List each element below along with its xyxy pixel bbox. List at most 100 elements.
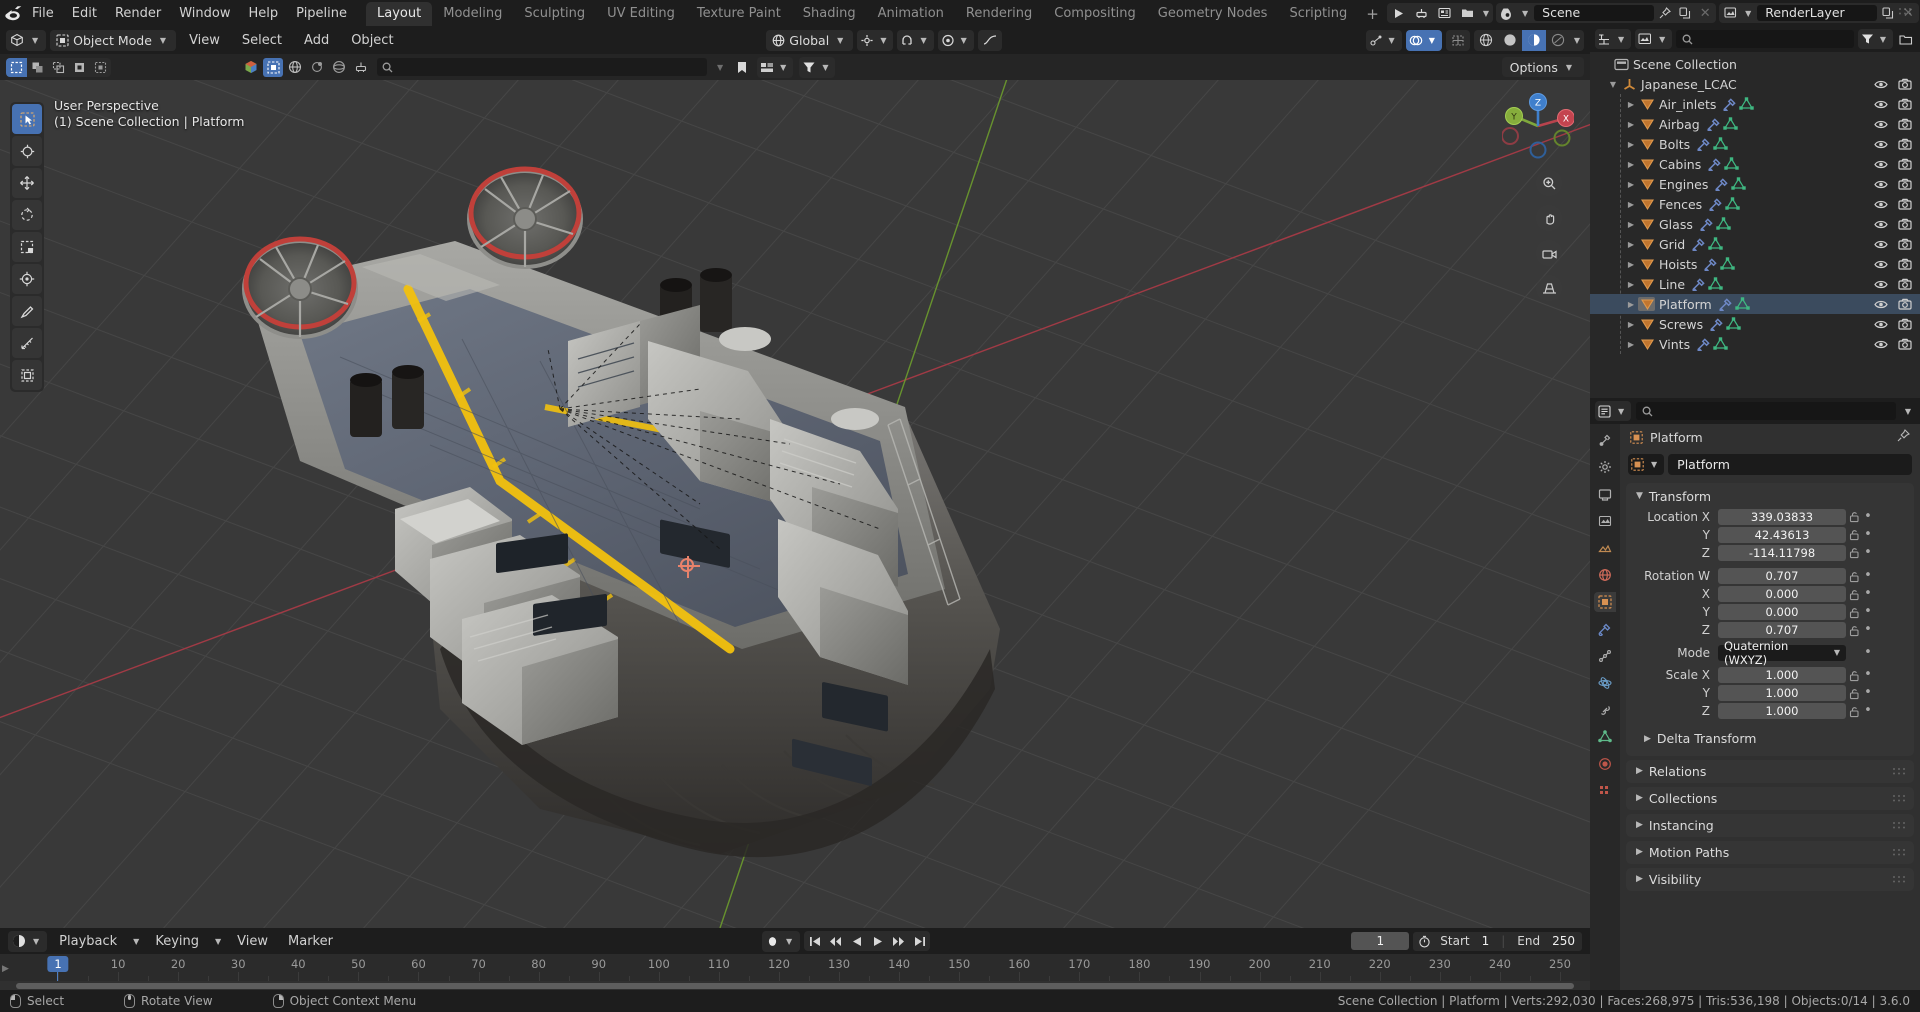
mesh-triangles-icon[interactable] (1708, 237, 1723, 251)
viewport-menu-add[interactable]: Add (295, 31, 338, 50)
tab-scripting[interactable]: Scripting (1278, 2, 1358, 26)
cabins-disclosure-icon[interactable]: ▶ (1624, 160, 1638, 169)
eye-icon[interactable] (1874, 119, 1888, 130)
scene-name-field[interactable]: Scene (1534, 5, 1655, 21)
zoom-navigate-icon[interactable] (1536, 170, 1562, 196)
eye-icon[interactable] (1874, 219, 1888, 230)
grid-disclosure-icon[interactable]: ▶ (1624, 240, 1638, 249)
mode-brush-color-icon[interactable] (241, 58, 261, 77)
restrict-render-icon[interactable] (1898, 218, 1912, 230)
restrict-render-icon[interactable] (1898, 318, 1912, 330)
properties-editor-chevron-icon[interactable]: ▼ (1614, 407, 1628, 416)
menu-file[interactable]: File (23, 3, 63, 24)
measure-tool-icon[interactable] (12, 328, 42, 358)
physics-tab-icon[interactable] (1594, 673, 1616, 693)
mesh-triangles-icon[interactable] (1708, 277, 1723, 291)
pan-navigate-icon[interactable] (1536, 205, 1562, 231)
annotate-tool-icon[interactable] (12, 296, 42, 326)
mesh-triangles-icon[interactable] (1713, 137, 1728, 151)
overlays-chevron-icon[interactable]: ▼ (1425, 36, 1439, 45)
world-tab-icon[interactable] (1594, 565, 1616, 585)
modifier-tab-icon[interactable] (1594, 619, 1616, 639)
tab-shading[interactable]: Shading (792, 2, 867, 26)
menu-render[interactable]: Render (106, 3, 170, 24)
platform-disclosure-icon[interactable]: ▶ (1624, 300, 1638, 309)
scene-icon[interactable] (1498, 4, 1516, 22)
restrict-render-icon[interactable] (1898, 98, 1912, 110)
properties-search-chevron-icon[interactable]: ▼ (1901, 407, 1915, 416)
jump-start-icon[interactable] (804, 931, 825, 951)
falloff-chevron-icon[interactable]: ▼ (957, 36, 971, 45)
eye-icon[interactable] (1874, 279, 1888, 290)
current-frame-field[interactable]: 1 (1351, 932, 1410, 950)
editor-type-chevron-icon[interactable]: ▼ (28, 36, 42, 45)
outliner-row-line[interactable]: ▶ Line (1590, 274, 1920, 294)
unlock-icon[interactable] (1848, 624, 1861, 637)
playhead-frame-badge[interactable]: 1 (47, 956, 69, 972)
animate-dot-icon[interactable]: • (1862, 587, 1874, 600)
transform-disclosure-icon[interactable]: ▼ (1636, 491, 1643, 501)
timeline-scrollbar-thumb[interactable] (16, 982, 1574, 989)
chevron-down-icon[interactable]: ▼ (156, 36, 170, 45)
animate-dot-icon[interactable]: • (1862, 623, 1874, 636)
add-cube-tool-icon[interactable] (12, 360, 42, 390)
pin-icon-props[interactable] (1897, 429, 1910, 445)
object-tab-icon[interactable] (1594, 592, 1616, 612)
mesh-triangles-icon[interactable] (1726, 317, 1741, 331)
eye-icon[interactable] (1874, 179, 1888, 190)
render-animation-icon[interactable] (1410, 3, 1433, 23)
filter-chevron-icon[interactable]: ▼ (818, 63, 832, 72)
duplicate-icon-2[interactable] (1879, 4, 1897, 22)
tab-compositing[interactable]: Compositing (1043, 2, 1147, 26)
scale-y-1-value[interactable]: 1.000 (1718, 685, 1846, 702)
display-mode-chevron-icon[interactable]: ▼ (1655, 35, 1669, 44)
timeline-menu-view[interactable]: View (229, 932, 276, 951)
mesh-triangles-icon[interactable] (1716, 217, 1731, 231)
animate-dot-icon[interactable]: • (1862, 646, 1874, 659)
animate-dot-icon[interactable]: • (1862, 686, 1874, 699)
hovercraft-model[interactable] (0, 80, 1590, 928)
select-invert-icon[interactable] (69, 58, 90, 77)
material-preview-shading-icon[interactable] (1521, 29, 1546, 51)
mode-brush-icon[interactable] (351, 58, 371, 77)
restrict-render-icon[interactable] (1898, 118, 1912, 130)
unlock-icon[interactable] (1848, 606, 1861, 619)
outliner-filter-icon[interactable] (760, 61, 774, 74)
stopwatch-icon[interactable] (1415, 932, 1433, 950)
texture-tab-icon[interactable] (1594, 781, 1616, 801)
object-name-input[interactable]: Platform (1668, 454, 1912, 475)
rendered-shading-icon[interactable] (1546, 30, 1570, 51)
outliner-row-scene-collection[interactable]: Scene Collection (1590, 54, 1920, 74)
unlock-icon[interactable] (1848, 510, 1861, 523)
menu-help[interactable]: Help (240, 3, 288, 24)
outliner-row-glass[interactable]: ▶ Glass (1590, 214, 1920, 234)
vints-disclosure-icon[interactable]: ▶ (1624, 340, 1638, 349)
eye-icon[interactable] (1874, 339, 1888, 350)
view-layer-name-field[interactable]: RenderLayer (1757, 5, 1878, 21)
animate-dot-icon[interactable]: • (1862, 546, 1874, 559)
tab-geometry-nodes[interactable]: Geometry Nodes (1147, 2, 1279, 26)
outliner-display-mode[interactable]: ▼ (1635, 29, 1673, 49)
select-intersect-icon[interactable] (90, 58, 111, 77)
next-keyframe-icon[interactable] (888, 931, 909, 951)
panel-relations[interactable]: ▶ Relations (1626, 759, 1914, 783)
lcac-disclosure-icon[interactable]: ▼ (1606, 80, 1620, 89)
panel-disclosure-icon[interactable]: ▶ (1636, 766, 1643, 776)
output-tab-icon[interactable] (1594, 484, 1616, 504)
blender-logo-icon[interactable] (4, 2, 23, 24)
restrict-render-icon[interactable] (1898, 238, 1912, 250)
engines-disclosure-icon[interactable]: ▶ (1624, 180, 1638, 189)
render-layers-icon[interactable] (1721, 4, 1739, 22)
properties-search-input[interactable] (1636, 402, 1896, 420)
air_inlets-disclosure-icon[interactable]: ▶ (1624, 100, 1638, 109)
xray-toggle[interactable] (1445, 29, 1470, 51)
timeline-menu-keying[interactable]: Keying (147, 932, 207, 951)
restrict-render-icon[interactable] (1898, 138, 1912, 150)
outliner-filter-toggle[interactable]: ▼ (1857, 29, 1893, 49)
outliner-row-platform[interactable]: ▶ Platform (1590, 294, 1920, 314)
bookmark-icon[interactable] (733, 58, 751, 76)
editor-type-timeline-icon[interactable]: ▼ (8, 930, 48, 952)
viewport-menu-select[interactable]: Select (233, 31, 291, 50)
timeline-expand-arrow-icon[interactable]: ▶ (2, 964, 9, 974)
timeline-menu-playback[interactable]: Playback (51, 932, 125, 951)
